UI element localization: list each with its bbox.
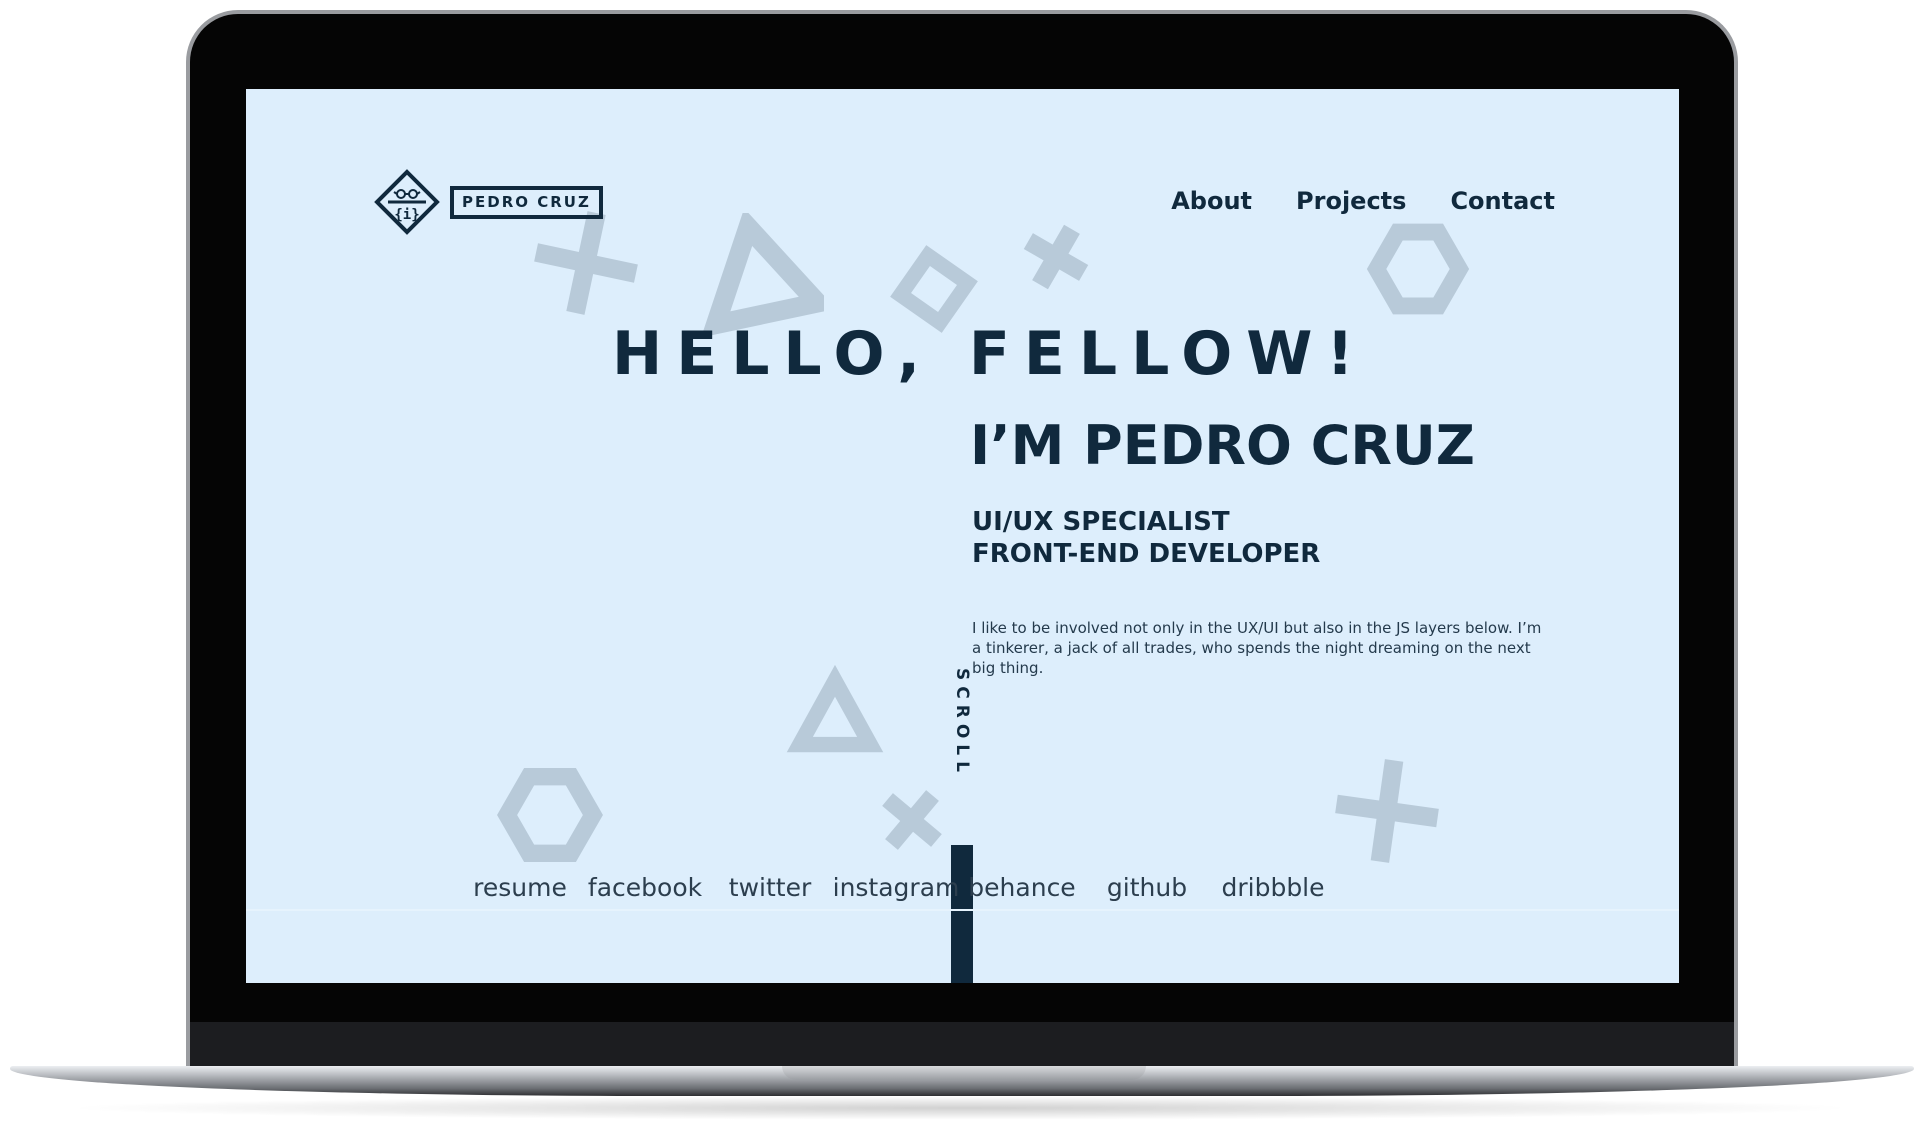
nav-projects[interactable]: Projects <box>1296 187 1406 215</box>
social-link-resume[interactable]: resume <box>473 873 567 902</box>
nav-about[interactable]: About <box>1171 187 1252 215</box>
scroll-label: SCROLL <box>952 668 972 778</box>
cross-shape-icon <box>882 790 942 850</box>
social-link-behance[interactable]: behance <box>968 873 1075 902</box>
hero-role-1: UI/UX SPECIALIST <box>972 507 1230 537</box>
social-link-github[interactable]: github <box>1107 873 1187 902</box>
hexagon-shape-icon <box>497 768 603 862</box>
cross-shape-icon <box>1335 759 1439 863</box>
social-link-dribbble[interactable]: dribbble <box>1221 873 1324 902</box>
site-logo[interactable]: {i} PEDRO CRUZ <box>374 169 603 235</box>
nav-contact[interactable]: Contact <box>1450 187 1555 215</box>
hexagon-shape-icon <box>1366 223 1470 315</box>
social-link-twitter[interactable]: twitter <box>729 873 811 902</box>
logo-wordmark: PEDRO CRUZ <box>450 185 603 219</box>
hero-name: I’M PEDRO CRUZ <box>970 414 1475 477</box>
hero-greeting: HELLO, FELLOW! <box>612 319 1368 389</box>
triangle-shape-icon <box>786 664 884 753</box>
hero-bio: I like to be involved not only in the UX… <box>972 619 1542 677</box>
website-screen: {i} PEDRO CRUZ About Projects Contact HE… <box>246 89 1679 983</box>
cross-shape-icon <box>1023 224 1089 290</box>
hero-role-2: FRONT-END DEVELOPER <box>972 539 1321 569</box>
main-nav: About Projects Contact <box>1171 187 1555 215</box>
svg-text:{i}: {i} <box>394 207 419 223</box>
scroll-indicator-bar[interactable] <box>951 845 973 983</box>
footer-divider <box>246 909 1679 911</box>
social-links: resume facebook twitter instagram behanc… <box>473 873 1546 913</box>
laptop-notch <box>782 1066 1146 1080</box>
social-link-facebook[interactable]: facebook <box>588 873 702 902</box>
laptop-shadow <box>60 1096 1860 1120</box>
social-link-instagram[interactable]: instagram <box>833 873 960 902</box>
glasses-diamond-logo-icon: {i} <box>374 169 440 235</box>
laptop-chin <box>190 1022 1734 1070</box>
